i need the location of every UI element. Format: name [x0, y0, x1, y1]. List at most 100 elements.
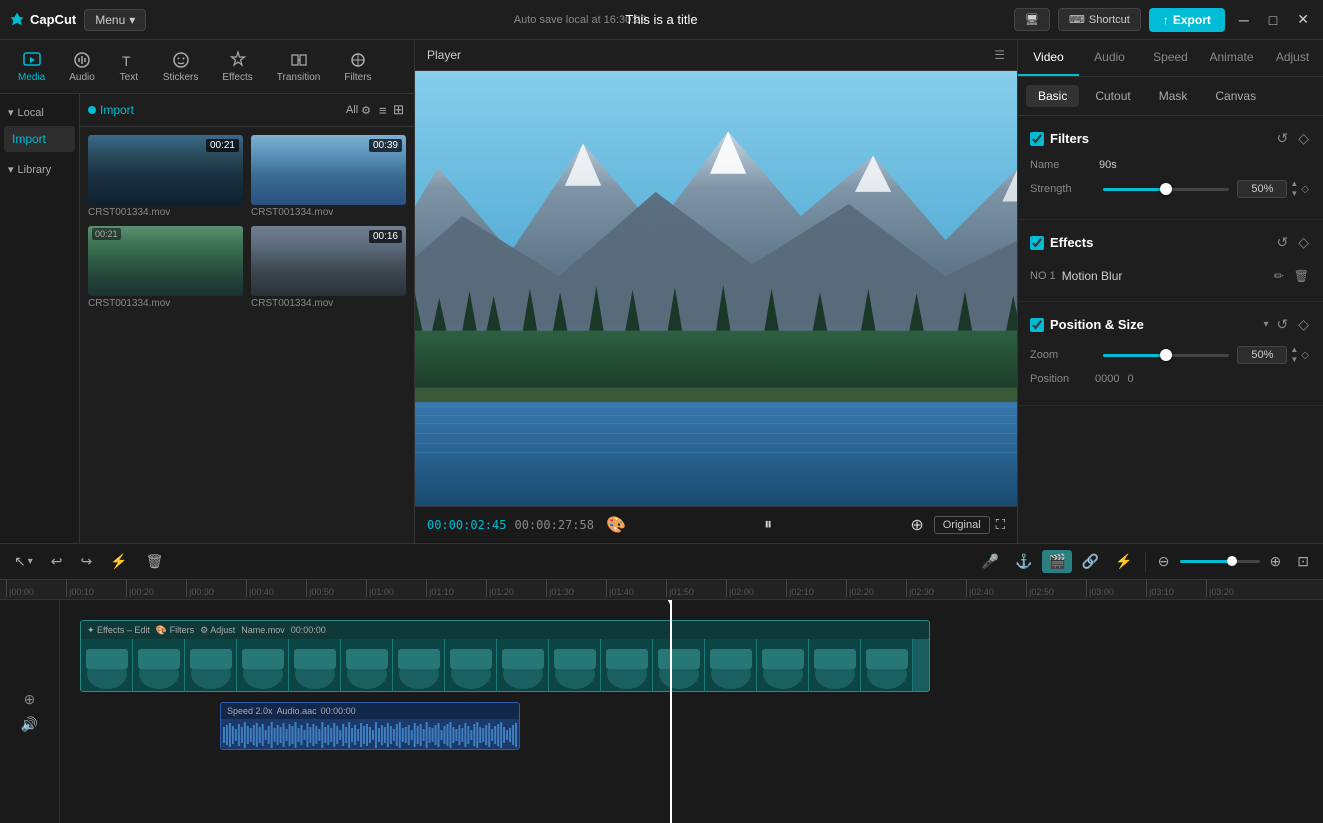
- all-filter-button[interactable]: All ⚙: [346, 104, 371, 117]
- zoom-diamond-button[interactable]: ◇: [1299, 348, 1311, 363]
- ruler-mark: |03:20: [1206, 580, 1266, 597]
- player-menu-icon[interactable]: ☰: [994, 48, 1005, 62]
- filters-checkbox[interactable]: [1030, 132, 1044, 146]
- list-item[interactable]: 00:39 CRST001334.mov: [251, 135, 406, 218]
- strength-input[interactable]: [1237, 180, 1287, 198]
- strength-diamond-button[interactable]: ◇: [1299, 182, 1311, 197]
- shortcut-button[interactable]: ⌨ Shortcut: [1058, 8, 1141, 31]
- filters-header: Filters ↺ ◇: [1030, 128, 1311, 149]
- export-button[interactable]: ↑ Export: [1149, 8, 1225, 32]
- zoom-out-icon: ⊖: [1158, 553, 1170, 570]
- zoom-input[interactable]: [1237, 346, 1287, 364]
- clip-thumb: [601, 639, 653, 691]
- position-actions: ↺ ◇: [1274, 314, 1311, 335]
- split-icon: ⚡: [110, 553, 127, 570]
- tool-transition[interactable]: Transition: [267, 46, 331, 87]
- link-button[interactable]: ⚓: [1009, 550, 1038, 573]
- filters-reset-button[interactable]: ↺: [1274, 128, 1290, 149]
- separator: [1145, 552, 1146, 572]
- position-title: Position & Size: [1050, 317, 1257, 332]
- split2-button[interactable]: ⚡: [1109, 550, 1138, 573]
- audio-track[interactable]: Speed 2.0x Audio.aac 00:00:00: [220, 702, 520, 750]
- subtab-canvas[interactable]: Canvas: [1203, 85, 1268, 107]
- fit-button[interactable]: ⊡: [1291, 550, 1315, 573]
- local-section-header[interactable]: ▾ Local: [0, 102, 79, 123]
- position-diamond-button[interactable]: ◇: [1296, 314, 1311, 335]
- trash-icon: 🗑: [146, 553, 164, 570]
- audio-track-button[interactable]: 🔊: [21, 716, 38, 733]
- position-reset-button[interactable]: ↺: [1274, 314, 1290, 335]
- delete-button[interactable]: 🗑: [140, 550, 170, 573]
- strength-down-button[interactable]: ▼: [1289, 189, 1299, 199]
- effects-reset-button[interactable]: ↺: [1274, 232, 1290, 253]
- clip-thumb: [809, 639, 861, 691]
- split-button[interactable]: ⚡: [104, 550, 133, 573]
- zoom-in-button[interactable]: ⊕: [1264, 550, 1288, 573]
- zoom-up-button[interactable]: ▲: [1289, 345, 1299, 355]
- menu-button[interactable]: Menu ▾: [84, 9, 146, 31]
- tool-effects[interactable]: Effects: [212, 46, 262, 87]
- filters-diamond-button[interactable]: ◇: [1296, 128, 1311, 149]
- right-tabs: Video Audio Speed Animate Adjust: [1018, 40, 1323, 77]
- chain-button[interactable]: 🔗: [1076, 550, 1105, 573]
- effects-checkbox[interactable]: [1030, 236, 1044, 250]
- sidebar-item-import[interactable]: Import: [4, 126, 75, 152]
- zoom-out-button[interactable]: ⊖: [1152, 550, 1176, 573]
- focus-button[interactable]: ⊕: [906, 511, 927, 539]
- tool-filters[interactable]: Filters: [334, 46, 381, 87]
- clip-thumb: [133, 639, 185, 691]
- redo-button[interactable]: ↪: [75, 550, 99, 573]
- effects-actions: ↺ ◇: [1274, 232, 1311, 253]
- tab-video[interactable]: Video: [1018, 40, 1079, 76]
- aspect-ratio-button[interactable]: Original: [934, 516, 990, 534]
- fullscreen-button[interactable]: ⛶: [996, 517, 1005, 533]
- media-grid: 00:21 CRST001334.mov 00:39 CRST001334.mo…: [80, 127, 414, 317]
- clip-thumb: [393, 639, 445, 691]
- list-view-button[interactable]: ≡: [377, 100, 389, 120]
- import-button[interactable]: Import: [88, 103, 134, 117]
- strength-slider[interactable]: [1103, 179, 1229, 199]
- list-item[interactable]: 00:21 CRST001334.mov: [88, 135, 243, 218]
- timeline-zoom-slider[interactable]: [1180, 552, 1260, 572]
- subtab-mask[interactable]: Mask: [1147, 85, 1200, 107]
- play-pause-button[interactable]: ⏸: [760, 512, 776, 538]
- close-button[interactable]: ✕: [1291, 9, 1315, 30]
- effect-delete-button[interactable]: 🗑: [1292, 267, 1311, 285]
- microphone-button[interactable]: 🎤: [976, 550, 1005, 573]
- clip-thumb: [653, 639, 705, 691]
- position-checkbox[interactable]: [1030, 318, 1044, 332]
- tab-animate[interactable]: Animate: [1201, 40, 1262, 76]
- position-collapse[interactable]: ▾: [1263, 319, 1268, 330]
- grid-view-button[interactable]: ⊞: [391, 100, 406, 120]
- effect-edit-button[interactable]: ✏: [1272, 267, 1286, 285]
- tool-media[interactable]: Media: [8, 46, 55, 87]
- library-section-header[interactable]: ▾ Library: [0, 159, 79, 180]
- tab-audio[interactable]: Audio: [1079, 40, 1140, 76]
- tool-stickers[interactable]: Stickers: [153, 46, 209, 87]
- film-button[interactable]: 🎬: [1042, 550, 1071, 573]
- zoom-down-button[interactable]: ▼: [1289, 355, 1299, 365]
- strength-up-button[interactable]: ▲: [1289, 179, 1299, 189]
- maximize-button[interactable]: □: [1263, 10, 1283, 30]
- autosave-status: Auto save local at 16:30:29: [154, 14, 1006, 26]
- color-picker-button[interactable]: 🎨: [602, 511, 630, 539]
- tool-text[interactable]: T Text: [109, 46, 149, 87]
- subtab-cutout[interactable]: Cutout: [1083, 85, 1142, 107]
- tab-adjust[interactable]: Adjust: [1262, 40, 1323, 76]
- select-tool-button[interactable]: ↖ ▾: [8, 550, 39, 573]
- undo-button[interactable]: ↩: [45, 550, 69, 573]
- list-item[interactable]: 00:21 CRST001334.mov: [88, 226, 243, 309]
- minimize-button[interactable]: ─: [1233, 10, 1255, 30]
- current-time: 00:00:02:45: [427, 518, 506, 532]
- zoom-slider[interactable]: [1103, 345, 1229, 365]
- list-item[interactable]: 00:16 CRST001334.mov: [251, 226, 406, 309]
- video-clip[interactable]: ✦ Effects – Edit 🎨 Filters ⚙ Adjust Name…: [80, 620, 930, 692]
- tool-audio[interactable]: Audio: [59, 46, 105, 87]
- device-button[interactable]: 🖥: [1014, 8, 1050, 31]
- subtab-basic[interactable]: Basic: [1026, 85, 1079, 107]
- total-time: 00:00:27:58: [514, 518, 593, 532]
- add-track-button[interactable]: ⊕: [24, 691, 36, 708]
- clip-thumbnails: [81, 639, 929, 691]
- tab-speed[interactable]: Speed: [1140, 40, 1201, 76]
- effects-diamond-button[interactable]: ◇: [1296, 232, 1311, 253]
